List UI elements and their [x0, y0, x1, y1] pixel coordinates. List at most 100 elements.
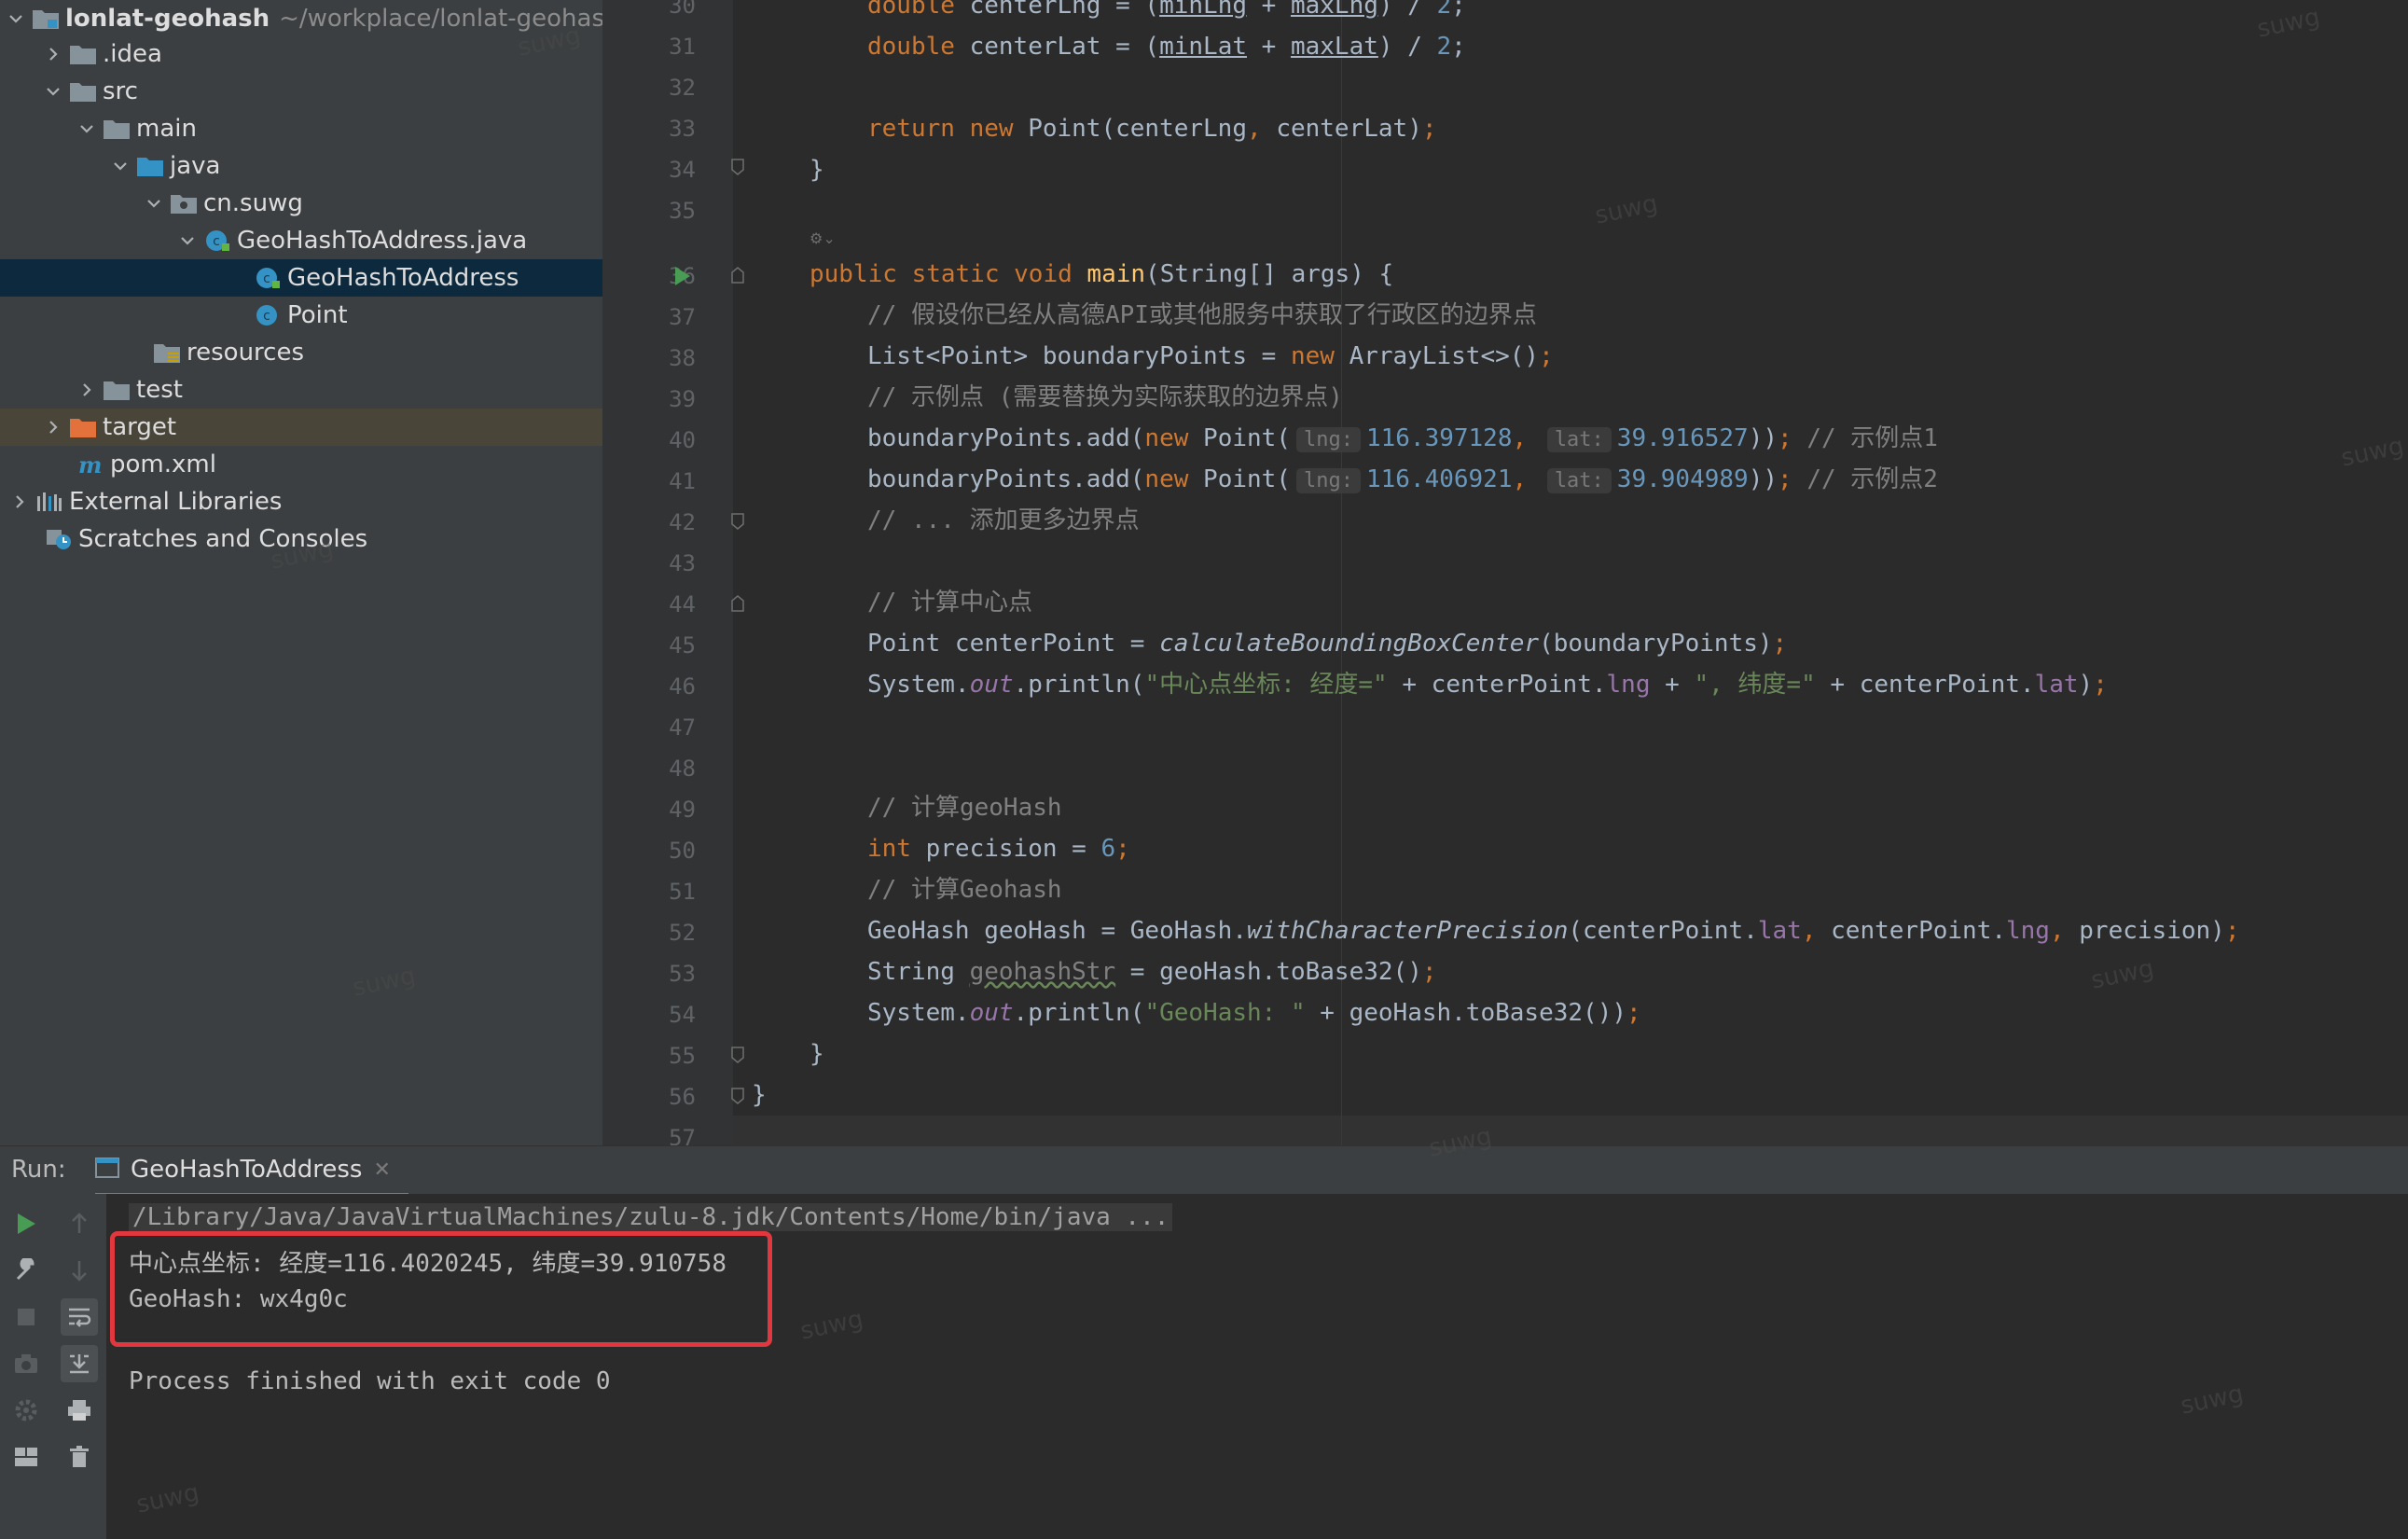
line-number: 52	[669, 920, 696, 946]
stop-icon[interactable]	[7, 1298, 45, 1336]
chevron-down-icon[interactable]	[45, 83, 62, 100]
run-label: Run:	[11, 1156, 66, 1184]
tree-item-label: Scratches and Consoles	[78, 525, 368, 553]
run-toolbar-left	[0, 1194, 53, 1539]
folder-icon	[69, 43, 97, 65]
tree-item-point[interactable]: c Point	[0, 297, 602, 334]
source-folder-icon	[136, 155, 164, 177]
tree-root-lonlat-geohash[interactable]: lonlat-geohash ~/workplace/lonlat-geohas…	[0, 0, 602, 37]
fold-marker-icon[interactable]	[731, 513, 744, 530]
code-line-42: // ... 添加更多边界点	[867, 506, 1140, 534]
line-number: 35	[669, 198, 696, 224]
line-number: 32	[669, 75, 696, 101]
tree-item-label: GeoHashToAddress	[287, 264, 519, 292]
down-arrow-icon[interactable]	[61, 1252, 98, 1289]
class-icon: c	[254, 267, 282, 289]
line-number: 48	[669, 756, 696, 782]
code-area[interactable]: double centerLng = (minLng + maxLng) / 2…	[752, 0, 2395, 1145]
run-main-gutter-icon[interactable]	[673, 265, 692, 291]
folder-icon	[69, 80, 97, 103]
run-tab-geohashtoaddress[interactable]: GeoHashToAddress ✕	[95, 1146, 408, 1197]
code-line-56: }	[752, 1081, 767, 1109]
code-editor[interactable]: 30 31 32 33 34 35 36 37 38 39 40 41 42 4…	[602, 0, 2408, 1145]
code-line-33: return new Point(centerLng, centerLat);	[867, 115, 1437, 143]
maven-icon: m	[76, 453, 104, 476]
chevron-down-icon[interactable]	[112, 158, 129, 174]
line-number: 38	[669, 345, 696, 371]
tree-item-idea[interactable]: .idea	[0, 35, 602, 73]
wrench-icon[interactable]	[7, 1252, 45, 1289]
line-number: 55	[669, 1043, 696, 1069]
code-line-53: String geohashStr = geoHash.toBase32();	[867, 958, 1437, 986]
console-line-command[interactable]: /Library/Java/JavaVirtualMachines/zulu-8…	[129, 1203, 1173, 1231]
fold-marker-icon[interactable]	[731, 1088, 744, 1104]
tree-item-resources[interactable]: resources	[0, 334, 602, 371]
line-number: 51	[669, 879, 696, 905]
svg-text:c: c	[263, 309, 270, 324]
code-line-40: boundaryPoints.add(new Point(lng: 116.397…	[867, 424, 1938, 452]
editor-gutter: 30 31 32 33 34 35 36 37 38 39 40 41 42 4…	[602, 0, 744, 1145]
svg-text:⚙⌄: ⚙⌄	[810, 229, 836, 247]
tree-item-pom-xml[interactable]: m pom.xml	[0, 446, 602, 483]
console-output[interactable]: /Library/Java/JavaVirtualMachines/zulu-8…	[106, 1194, 2408, 1539]
line-number: 47	[669, 714, 696, 741]
chevron-right-icon[interactable]	[45, 46, 62, 62]
code-line-46: System.out.println("中心点坐标: 经度=" + center…	[867, 671, 2108, 699]
rerun-icon[interactable]	[7, 1205, 45, 1242]
tree-item-geohashtoaddress-class[interactable]: c GeoHashToAddress	[0, 259, 602, 297]
fold-marker-icon[interactable]	[731, 595, 744, 612]
tree-item-scratches[interactable]: Scratches and Consoles	[0, 520, 602, 558]
code-line-39: // 示例点 (需要替换为实际获取的边界点)	[867, 383, 1343, 411]
camera-icon[interactable]	[7, 1345, 45, 1382]
line-number: 37	[669, 304, 696, 330]
code-line-30: double centerLng = (minLng + maxLng) / 2…	[867, 0, 1466, 20]
code-line-41: boundaryPoints.add(new Point(lng: 116.406…	[867, 465, 1938, 493]
code-line-45: Point centerPoint = calculateBoundingBox…	[867, 630, 1788, 658]
settings-gear-icon[interactable]	[7, 1392, 45, 1429]
resources-folder-icon	[153, 341, 181, 364]
line-number: 31	[669, 34, 696, 60]
fold-marker-icon[interactable]	[731, 159, 744, 175]
line-number: 46	[669, 673, 696, 700]
chevron-down-icon[interactable]	[145, 195, 162, 212]
tree-item-external-libraries[interactable]: External Libraries	[0, 483, 602, 520]
tree-item-test[interactable]: test	[0, 371, 602, 409]
run-tab-label: GeoHashToAddress	[131, 1156, 363, 1184]
line-number: 44	[669, 591, 696, 617]
tree-item-main[interactable]: main	[0, 110, 602, 147]
tree-item-java[interactable]: java	[0, 147, 602, 185]
tree-item-geohashtoaddress-java[interactable]: c GeoHashToAddress.java	[0, 222, 602, 259]
tree-item-target[interactable]: target	[0, 409, 602, 446]
project-tree-panel: lonlat-geohash ~/workplace/lonlat-geohas…	[0, 0, 602, 1145]
svg-text:c: c	[213, 234, 220, 249]
layout-icon[interactable]	[7, 1438, 45, 1476]
line-number: 30	[669, 0, 696, 19]
up-arrow-icon[interactable]	[61, 1205, 98, 1242]
chevron-down-icon[interactable]	[179, 232, 196, 249]
inlay-annotation-icon[interactable]: ⚙⌄	[810, 229, 851, 252]
code-line-44: // 计算中心点	[867, 589, 1032, 617]
chevron-right-icon[interactable]	[11, 493, 28, 510]
line-number: 50	[669, 838, 696, 864]
tree-item-src[interactable]: src	[0, 73, 602, 110]
module-folder-icon	[32, 7, 60, 30]
tree-item-label: src	[103, 77, 138, 105]
soft-wrap-icon[interactable]	[61, 1298, 98, 1336]
code-line-31: double centerLat = (minLat + maxLat) / 2…	[867, 33, 1466, 61]
fold-marker-icon[interactable]	[731, 267, 744, 284]
tree-item-label: Point	[287, 301, 348, 329]
tree-item-cn-suwg[interactable]: cn.suwg	[0, 185, 602, 222]
chevron-right-icon[interactable]	[78, 381, 95, 398]
fold-marker-icon[interactable]	[731, 1047, 744, 1063]
package-icon	[170, 192, 198, 215]
chevron-down-icon[interactable]	[78, 120, 95, 137]
tree-item-label: cn.suwg	[203, 189, 303, 217]
close-icon[interactable]: ✕	[373, 1158, 390, 1182]
scratches-icon	[45, 528, 73, 550]
print-icon[interactable]	[61, 1392, 98, 1429]
code-line-55: }	[810, 1040, 824, 1068]
trash-icon[interactable]	[61, 1438, 98, 1476]
scroll-to-end-icon[interactable]	[61, 1345, 98, 1382]
chevron-down-icon[interactable]	[7, 10, 24, 27]
chevron-right-icon[interactable]	[45, 419, 62, 436]
